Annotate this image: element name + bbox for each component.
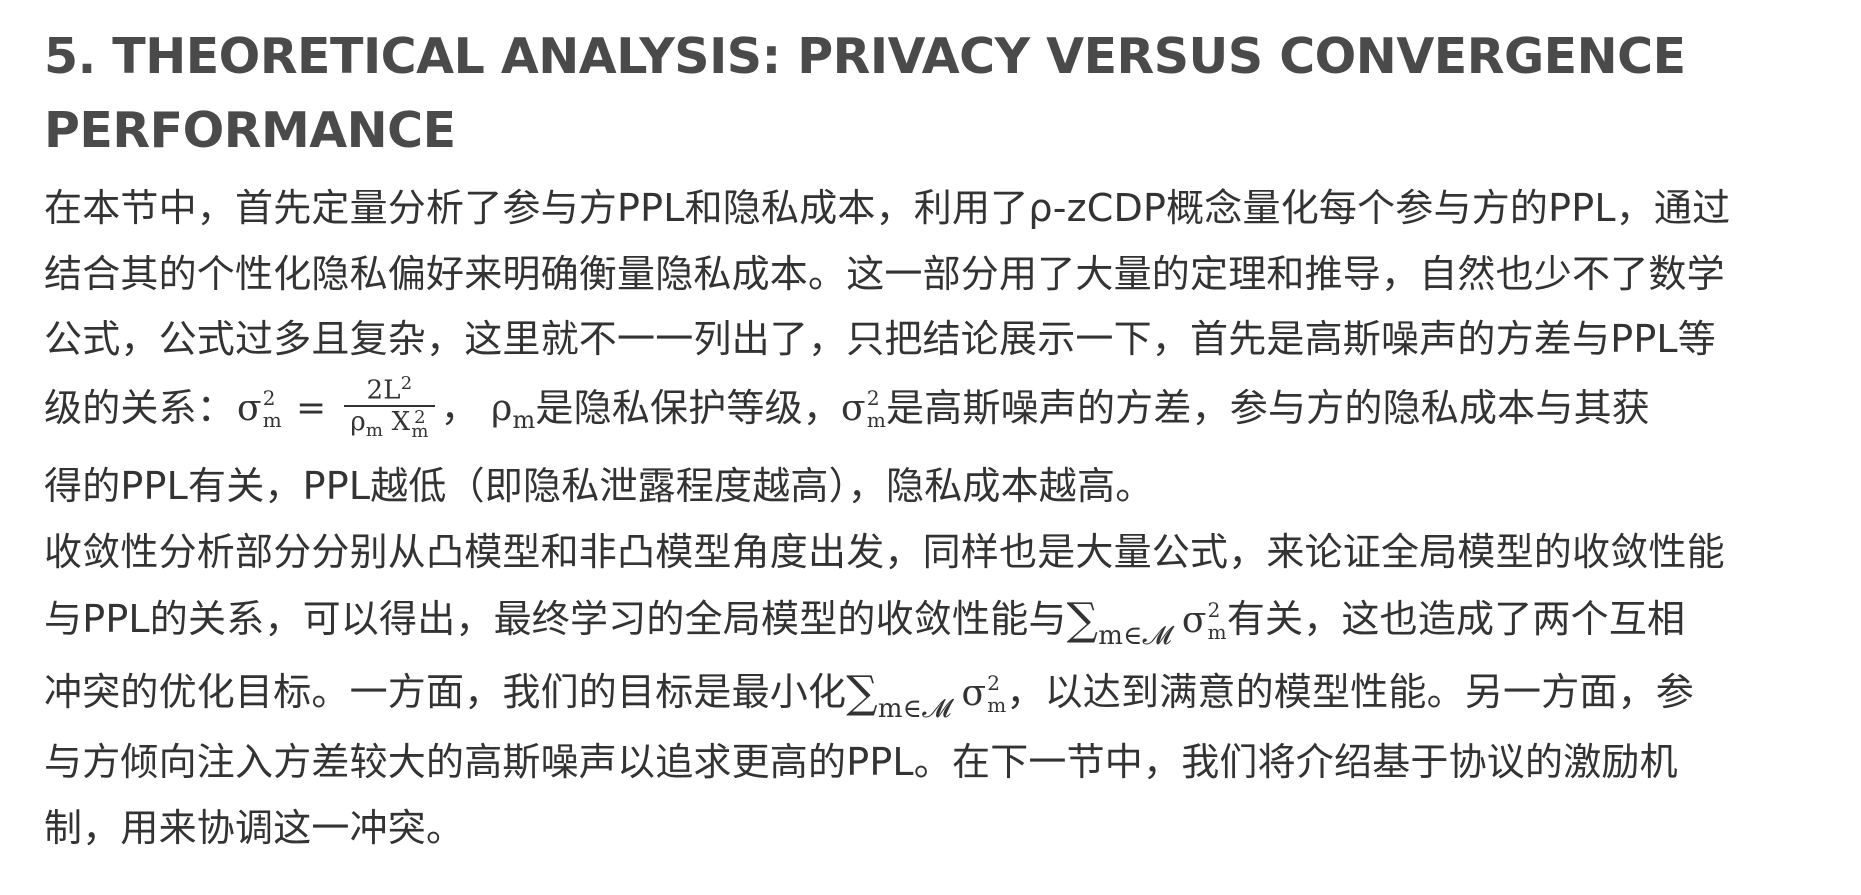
paragraph-convergence: 收敛性分析部分分别从凸模型和非凸模型角度出发，同样也是大量公式，来论证全局模型的…: [44, 520, 1834, 862]
text-line: 公式，公式过多且复杂，这里就不一一列出了，只把结论展示一下，首先是高斯噪声的方差…: [44, 317, 1717, 361]
variance-formula: σ 2 m = 2L2 ρm X2m: [235, 373, 441, 441]
text-line: 在本节中，首先定量分析了参与方PPL和隐私成本，利用了ρ-zCDP概念量化每个参…: [44, 186, 1731, 230]
section-heading: 5. THEORETICAL ANALYSIS: PRIVACY VERSUS …: [44, 20, 1744, 168]
text-line: 得的PPL有关，PPL越低（即隐私泄露程度越高），隐私成本越高。: [44, 464, 1154, 509]
text-line: 制，用来协调这一冲突。: [44, 805, 465, 850]
text-line-with-formula: 冲突的优化目标。一方面，我们的目标是最小化∑m∈𝓜 σ 2 m ，以达到满意的模型性能。…: [44, 658, 1834, 731]
heading-line-2: PERFORMANCE: [44, 102, 456, 159]
sigma-symbol: σ2m: [841, 386, 886, 433]
text-segment: 冲突的优化目标。一方面，我们的目标是最小化: [44, 669, 847, 714]
fraction-numerator: 2L2: [344, 369, 435, 408]
text-line-with-formula: 与PPL的关系，可以得出，最终学习的全局模型的收敛性能与∑m∈𝓜 σ 2 m 有关，这也…: [44, 585, 1834, 658]
text-line-with-formula: 级的关系：σ 2 m = 2L2 ρm X 2 m， ρm是隐私保护等级，σ 2 m 是高斯噪声的方…: [44, 373, 1834, 455]
equals-sign: =: [295, 388, 327, 430]
sum-formula: ∑m∈𝓜 σ 2 m: [1066, 594, 1227, 652]
heading-line-1: 5. THEORETICAL ANALYSIS: PRIVACY VERSUS …: [44, 28, 1686, 85]
text-segment: 与PPL的关系，可以得出，最终学习的全局模型的收敛性能与: [44, 597, 1067, 642]
text-segment: 有关，这也造成了两个互相: [1226, 597, 1686, 642]
text-segment: ，: [440, 385, 479, 430]
sum-formula: ∑m∈𝓜 σ 2 m: [846, 666, 1007, 724]
text-segment: 级的关系：: [44, 385, 236, 430]
text-segment: 是隐私保护等级，: [535, 385, 842, 430]
paragraph-privacy-cost: 在本节中，首先定量分析了参与方PPL和隐私成本，利用了ρ-zCDP概念量化每个参…: [44, 176, 1834, 520]
fraction-denominator: ρm X2m: [350, 407, 429, 443]
text-line: 收敛性分析部分分别从凸模型和非凸模型角度出发，同样也是大量公式，来论证全局模型的…: [44, 529, 1725, 574]
rho-symbol: ρm: [491, 388, 536, 435]
text-line: 结合其的个性化隐私偏好来明确衡量隐私成本。这一部分用了大量的定理和推导，自然也少…: [44, 251, 1725, 296]
text-segment: 是高斯噪声的方差，参与方的隐私成本与其获: [885, 385, 1650, 430]
article: 5. THEORETICAL ANALYSIS: PRIVACY VERSUS …: [0, 0, 1834, 861]
text-segment: ，以达到满意的模型性能。另一方面，参: [1006, 669, 1695, 714]
text-line: 与方倾向注入方差较大的高斯噪声以追求更高的PPL。在下一节中，我们将介绍基于协议…: [44, 740, 1678, 785]
sigma-symbol: σ2m: [237, 386, 282, 433]
fraction: 2L2 ρm X2m: [344, 369, 435, 447]
